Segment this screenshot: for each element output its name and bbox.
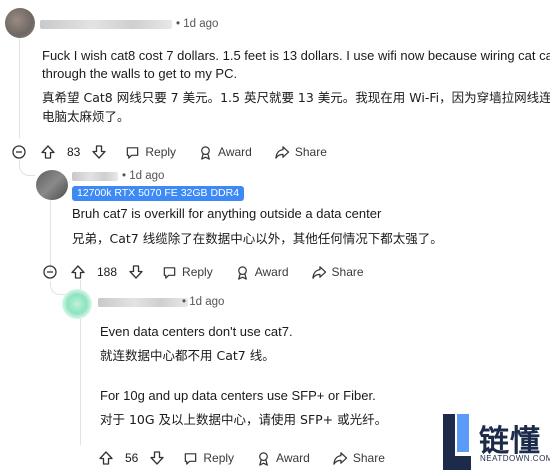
thread-connector-2 (50, 281, 66, 295)
reply-icon (127, 146, 139, 159)
vote-group: 188 (70, 264, 144, 280)
share-icon (275, 145, 290, 159)
user-flair: 12700k RTX 5070 FE 32GB DDR4 (72, 186, 245, 201)
reply-icon (185, 452, 197, 465)
comment-text-zh-line2: 电脑太麻烦了。 (42, 109, 130, 124)
avatar[interactable] (5, 8, 35, 38)
watermark: 链懂 NEATDOWN.COM (433, 408, 550, 476)
thread-line-root (19, 38, 20, 138)
time-label: 1d ago (189, 296, 225, 308)
username-blurred[interactable] (40, 20, 172, 29)
time-label: 1d ago (129, 170, 165, 182)
share-label: Share (331, 265, 364, 279)
comment-actions: 83 Reply Award Share (40, 141, 327, 163)
collapse-icon[interactable] (43, 265, 57, 279)
comment-text-en: Bruh cat7 is overkill for anything outsi… (72, 206, 382, 221)
share-label: Share (294, 145, 327, 159)
award-label: Award (276, 451, 310, 465)
award-button[interactable]: Award (256, 451, 310, 466)
award-icon (237, 265, 247, 280)
vote-count: 188 (97, 265, 118, 279)
vote-group: 83 (40, 144, 107, 160)
vote-group: 56 (98, 450, 165, 466)
reply-label: Reply (182, 265, 213, 279)
comment-time: • 1d ago (182, 296, 224, 308)
reply-label: Reply (145, 145, 177, 159)
watermark-subtitle: NEATDOWN.COM (480, 454, 550, 463)
reply-button[interactable]: Reply (125, 145, 176, 160)
award-icon (259, 451, 268, 466)
comment-text-en: Even data centers don't use cat7. (100, 324, 293, 339)
time-label: 1d ago (183, 18, 219, 30)
comment-time: • 1d ago (122, 170, 164, 182)
avatar[interactable] (36, 170, 68, 200)
award-icon (201, 145, 210, 160)
share-label: Share (352, 451, 385, 465)
share-icon (311, 265, 326, 279)
vote-count: 56 (125, 451, 139, 465)
collapse-icon[interactable] (12, 145, 26, 159)
downvote-icon[interactable] (91, 144, 107, 160)
upvote-icon[interactable] (98, 450, 114, 466)
vote-count: 83 (67, 145, 81, 159)
watermark-logo-icon (443, 414, 471, 470)
comment-text-zh-line1: 真希望 Cat8 网线只要 7 美元。1.5 英尺就要 13 美元。我现在用 W… (42, 90, 550, 105)
comment-text-en: For 10g and up data centers use SFP+ or … (100, 388, 376, 403)
reply-button[interactable]: Reply (162, 265, 213, 280)
comment-text-zh: 兄弟，Cat7 线缆除了在数据中心以外，其他任何情况下都太强了。 (72, 231, 443, 246)
share-button[interactable]: Share (311, 265, 364, 280)
share-button[interactable]: Share (274, 145, 327, 160)
comment-actions: 56 Reply Award Share (98, 447, 385, 469)
comment-text-en-line1: Fuck I wish cat8 cost 7 dollars. 1.5 fee… (42, 48, 550, 63)
award-label: Award (218, 145, 252, 159)
username-blurred[interactable] (98, 298, 188, 307)
award-label: Award (254, 265, 289, 279)
downvote-icon[interactable] (128, 264, 144, 280)
comment-time: • 1d ago (176, 18, 218, 30)
comment-actions: 188 Reply Award Share (70, 261, 364, 283)
thread-connector-1 (19, 160, 35, 176)
comment-text-zh: 就连数据中心都不用 Cat7 线。 (100, 348, 275, 363)
downvote-icon[interactable] (149, 450, 165, 466)
award-button[interactable]: Award (235, 265, 289, 280)
thread-line-level1 (50, 196, 51, 271)
comment-text-en-line2: through the walls to get to my PC. (42, 66, 238, 81)
upvote-icon[interactable] (70, 264, 86, 280)
avatar[interactable] (62, 289, 92, 319)
award-button[interactable]: Award (198, 145, 252, 160)
reply-icon (163, 266, 176, 279)
upvote-icon[interactable] (40, 144, 56, 160)
share-icon (333, 451, 348, 465)
reply-button[interactable]: Reply (183, 451, 234, 466)
username-blurred[interactable] (72, 172, 118, 181)
comment-text-zh: 对于 10G 及以上数据中心，请使用 SFP+ 或光纤。 (100, 412, 388, 427)
reply-label: Reply (203, 451, 235, 465)
share-button[interactable]: Share (332, 451, 385, 466)
